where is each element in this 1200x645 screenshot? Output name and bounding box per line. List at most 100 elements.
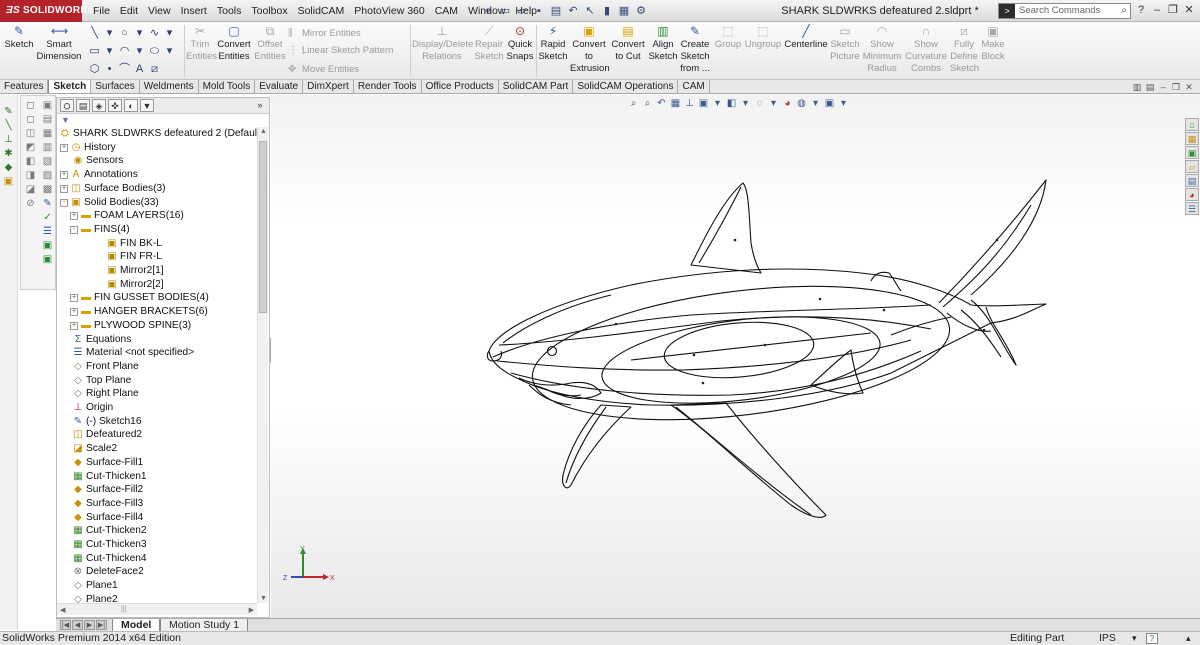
menu-tools[interactable]: Tools <box>212 0 247 22</box>
next-tab-icon[interactable]: ▶ <box>84 620 95 630</box>
rebuild-icon[interactable]: ▮ <box>599 3 615 19</box>
tile-icon[interactable]: ▤ <box>1145 81 1155 93</box>
part-icon[interactable]: ▣ <box>40 253 56 266</box>
tree-item[interactable]: ◇ Plane2 <box>60 593 118 603</box>
tree-item[interactable]: ⊥ Origin <box>60 401 114 414</box>
dropdown-icon[interactable]: ▾ <box>103 26 116 41</box>
tree-horizontal-scrollbar[interactable]: ◀ ||| ▶ <box>57 603 257 615</box>
tree-item[interactable]: ▣ Mirror2[2] <box>94 278 163 291</box>
configuration-manager-tab-icon[interactable]: ◈ <box>92 99 106 112</box>
solidworks-logo[interactable]: ƎS SOLIDWORKS <box>0 0 95 22</box>
tool-icon[interactable]: ▣ <box>40 99 56 112</box>
solidworks-resources-icon[interactable]: ⌂ <box>1185 118 1199 131</box>
linear-sketch-pattern-button[interactable]: ⋮⋮Linear Sketch Pattern <box>288 44 393 57</box>
align-sketch-button[interactable]: ▥ Align Sketch <box>648 24 678 63</box>
tree-item[interactable]: + ◫ Surface Bodies(3) <box>60 182 166 195</box>
show-curvature-combs-button[interactable]: ∩ Show Curvature Combs <box>904 24 948 75</box>
scroll-thumb-grip-icon[interactable]: ||| <box>121 606 126 613</box>
tab-mold-tools[interactable]: Mold Tools <box>199 80 256 93</box>
smart-dimension-button[interactable]: ⟷ Smart Dimension <box>36 24 82 63</box>
tool-icon[interactable]: ⊘ <box>23 197 39 210</box>
polygon-icon[interactable]: ⬡ <box>88 62 101 77</box>
dropdown-icon[interactable]: ▾ <box>133 44 146 59</box>
text-icon[interactable]: A <box>133 62 146 77</box>
menu-solidcam[interactable]: SolidCAM <box>293 0 350 22</box>
sketch-button[interactable]: ✎ Sketch <box>4 24 34 51</box>
tree-item[interactable]: - ▬ FINS(4) <box>70 223 130 236</box>
tree-item[interactable]: ◇ Top Plane <box>60 374 131 387</box>
tree-root-part[interactable]: ⛭ SHARK SLDWRKS defeatured 2 (Default<<D <box>59 127 257 140</box>
tool-icon[interactable]: ▦ <box>40 127 56 140</box>
fillet-icon[interactable]: ⌒ <box>118 62 131 77</box>
select-arrow-icon[interactable]: ↖ <box>582 3 598 19</box>
rapid-sketch-button[interactable]: ⚡ Rapid Sketch <box>538 24 568 63</box>
menu-photoview[interactable]: PhotoView 360 <box>349 0 429 22</box>
design-library-icon[interactable]: ▦ <box>1185 132 1199 145</box>
tree-item[interactable]: ⊗ DeleteFace2 <box>60 565 144 578</box>
dropdown-icon[interactable]: ▾ <box>103 44 116 59</box>
save-icon[interactable]: ▪ <box>531 3 547 19</box>
view-palette-icon[interactable]: ▤ <box>1185 174 1199 187</box>
expand-icon[interactable]: + <box>70 294 78 302</box>
tab-cam[interactable]: CAM <box>678 80 710 93</box>
cam-tree-tab-icon[interactable]: ▼ <box>140 99 154 112</box>
tool-icon[interactable]: ▩ <box>40 183 56 196</box>
tree-item[interactable]: ◫ Defeatured2 <box>60 428 142 441</box>
last-tab-icon[interactable]: ▶| <box>96 620 107 630</box>
menu-insert[interactable]: Insert <box>176 0 212 22</box>
create-sketch-from-button[interactable]: ✎ Create Sketch from ... <box>680 24 710 75</box>
status-menu-icon[interactable]: ▴ <box>1186 632 1191 645</box>
expand-icon[interactable]: + <box>60 171 68 179</box>
tool-icon[interactable]: ◪ <box>23 183 39 196</box>
tree-item[interactable]: ◉ Sensors <box>60 154 124 167</box>
dropdown-icon[interactable]: ▾ <box>133 26 146 41</box>
layers-icon[interactable]: ☰ <box>40 225 56 238</box>
open-folder-icon[interactable]: ▱ <box>514 3 530 19</box>
convert-to-extrusion-button[interactable]: ▣ Convert to Extrusion <box>570 24 610 75</box>
tree-item[interactable]: + ▬ FOAM LAYERS(16) <box>70 209 184 222</box>
close-icon[interactable]: ✕ <box>1182 3 1196 18</box>
tree-item[interactable]: + A Annotations <box>60 168 138 181</box>
expand-icon[interactable]: + <box>60 185 68 193</box>
restore-icon[interactable]: ❐ <box>1171 81 1181 93</box>
unit-system[interactable]: IPS <box>1099 632 1116 645</box>
tree-item[interactable]: + ▬ FIN GUSSET BODIES(4) <box>70 291 209 304</box>
file-properties-icon[interactable]: ▦ <box>616 3 632 19</box>
menu-cam[interactable]: CAM <box>430 0 463 22</box>
dropdown-icon[interactable]: ▾ <box>163 26 176 41</box>
tree-vertical-scrollbar[interactable]: ▲ ▼ <box>257 127 268 603</box>
collapse-icon[interactable]: - <box>60 199 68 207</box>
pin-icon[interactable]: ⌖ <box>480 3 496 19</box>
tree-item[interactable]: ▦ Cut-Thicken3 <box>60 538 146 551</box>
tab-evaluate[interactable]: Evaluate <box>255 80 304 93</box>
tool-icon[interactable]: ◧ <box>23 155 39 168</box>
feature-manager-tab-icon[interactable]: ⛭ <box>60 99 74 112</box>
display-manager-tab-icon[interactable]: ◐ <box>124 99 138 112</box>
new-document-icon[interactable]: ▭ <box>497 3 513 19</box>
custom-properties-icon[interactable]: ☰ <box>1185 202 1199 215</box>
scroll-thumb[interactable] <box>259 141 267 313</box>
point-icon[interactable]: ✱ <box>1 147 17 160</box>
tree-item[interactable]: ◇ Plane1 <box>60 579 118 592</box>
tree-item[interactable]: Σ Equations <box>60 333 131 346</box>
first-tab-icon[interactable]: |◀ <box>60 620 71 630</box>
expand-icon[interactable]: + <box>70 308 78 316</box>
ellipse-icon[interactable]: ⬭ <box>148 44 161 59</box>
relations-icon[interactable]: ⊥ <box>1 133 17 146</box>
move-entities-button[interactable]: ✥ Move Entities <box>288 63 359 76</box>
tree-item[interactable]: ◆ Surface-Fill2 <box>60 483 143 496</box>
mirror-entities-button[interactable]: ⫼ Mirror Entities <box>288 27 361 40</box>
tree-item[interactable]: ◇ Right Plane <box>60 387 139 400</box>
options-icon[interactable]: ⚙ <box>633 3 649 19</box>
tab-weldments[interactable]: Weldments <box>140 80 199 93</box>
dimxpert-manager-tab-icon[interactable]: ✜ <box>108 99 122 112</box>
folder-icon[interactable]: ▱ <box>1185 160 1199 173</box>
line-icon[interactable]: ╲ <box>1 119 17 132</box>
tool-icon[interactable]: ◨ <box>23 169 39 182</box>
sketch-icon[interactable]: ✎ <box>40 197 56 210</box>
tree-item[interactable]: ▣ Mirror2[1] <box>94 264 163 277</box>
tab-surfaces[interactable]: Surfaces <box>91 80 140 93</box>
tree-item[interactable]: + ▬ PLYWOOD SPINE(3) <box>70 319 191 332</box>
tool-icon[interactable]: ▨ <box>40 169 56 182</box>
tree-item[interactable]: ▦ Cut-Thicken2 <box>60 524 146 537</box>
